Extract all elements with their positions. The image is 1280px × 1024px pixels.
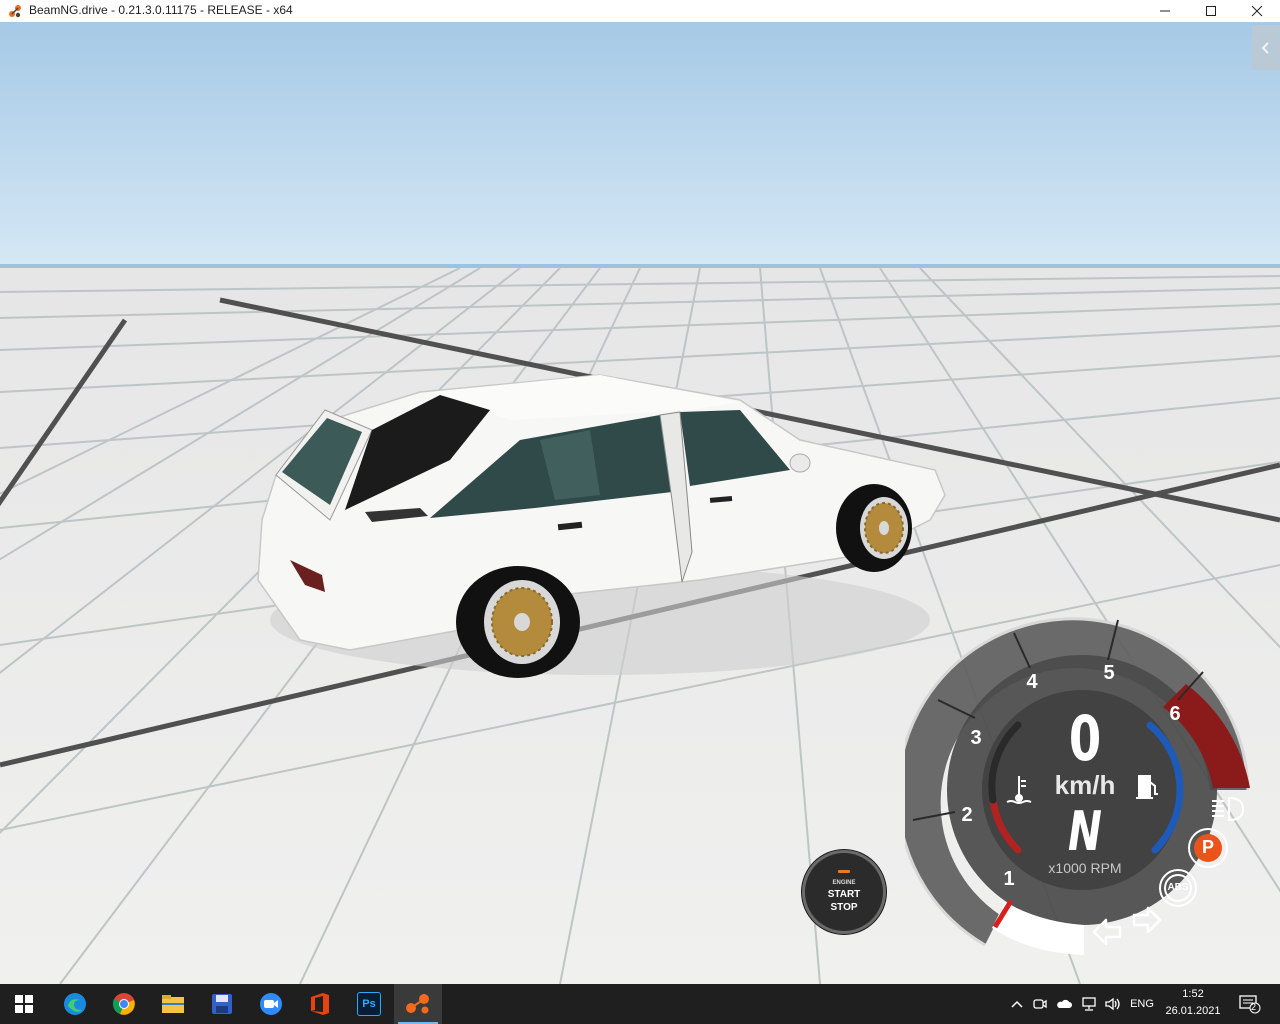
office-icon (311, 993, 329, 1015)
taskbar-zoom[interactable] (247, 984, 295, 1024)
rpm-tick-4: 4 (1026, 671, 1038, 693)
notification-center-button[interactable]: 2 (1230, 984, 1270, 1024)
taskbar: Ps ENG 1:52 26.01.2021 2 (0, 984, 1280, 1024)
stop-label: STOP (830, 902, 858, 913)
meet-now-icon (1033, 999, 1047, 1009)
clock-time[interactable]: 1:52 (1160, 988, 1226, 1000)
maximize-icon (1206, 6, 1216, 16)
engine-label: ENGINE (832, 880, 856, 886)
notification-count: 2 (1251, 1002, 1257, 1012)
title-bar: BeamNG.drive - 0.21.3.0.11175 - RELEASE … (0, 0, 1280, 23)
rpm-tick-3: 3 (970, 727, 982, 749)
taskbar-file-explorer[interactable] (149, 984, 197, 1024)
edge-icon (64, 993, 86, 1015)
window-title: BeamNG.drive - 0.21.3.0.11175 - RELEASE … (29, 3, 293, 17)
engine-status-led (838, 870, 850, 873)
gear-indicator: N (1068, 800, 1102, 863)
maximize-button[interactable] (1188, 0, 1234, 22)
beamng-logo-icon (9, 5, 21, 18)
zoom-icon (260, 993, 282, 1015)
photoshop-label: Ps (362, 998, 376, 1010)
rpm-tick-2: 2 (961, 804, 973, 826)
tray-overflow[interactable] (1008, 984, 1026, 1024)
tray-onedrive[interactable] (1053, 984, 1075, 1024)
tray-volume[interactable] (1102, 984, 1124, 1024)
close-icon (1251, 5, 1263, 17)
taskbar-beamng[interactable] (394, 984, 442, 1024)
tray-network[interactable] (1078, 984, 1100, 1024)
taskbar-photoshop[interactable]: Ps (345, 984, 393, 1024)
front-wheel (836, 484, 912, 572)
close-button[interactable] (1234, 0, 1280, 22)
start-button[interactable] (0, 984, 48, 1024)
rpm-tick-6: 6 (1169, 703, 1181, 725)
taskbar-edge[interactable] (51, 984, 99, 1024)
save-app-icon (212, 994, 232, 1014)
notification-icon (1239, 995, 1261, 1014)
taskbar-save-app[interactable] (198, 984, 246, 1024)
volume-icon (1105, 997, 1120, 1011)
parking-label: P (1201, 837, 1214, 857)
side-panel-toggle[interactable] (1252, 25, 1280, 70)
headlight-icon (1212, 796, 1245, 822)
clock-date[interactable]: 26.01.2021 (1160, 1005, 1226, 1017)
minimize-button[interactable] (1142, 0, 1188, 22)
windows-start-icon (15, 995, 33, 1013)
speed-value: 0 (1068, 702, 1102, 775)
chrome-icon (112, 993, 135, 1015)
rpm-tick-1: 1 (1003, 868, 1015, 890)
tray-meet-now[interactable] (1030, 984, 1050, 1024)
beamng-icon (406, 994, 429, 1014)
cloud-icon (1057, 999, 1072, 1008)
taskbar-chrome[interactable] (100, 984, 148, 1024)
taskbar-office[interactable] (296, 984, 344, 1024)
rpm-unit-label: x1000 RPM (1048, 860, 1122, 876)
rear-wheel (456, 566, 580, 678)
engine-start-stop-button[interactable]: ENGINE START STOP (802, 850, 886, 934)
rpm-tick-5: 5 (1103, 662, 1115, 684)
speed-unit: km/h (1054, 770, 1116, 800)
abs-label: ABS (1167, 882, 1189, 893)
chevron-up-icon (1011, 1000, 1023, 1008)
sky (0, 22, 1280, 268)
chevron-left-icon (1261, 41, 1269, 54)
photoshop-icon: Ps (357, 992, 381, 1016)
start-label: START (827, 889, 861, 900)
network-icon (1082, 997, 1096, 1011)
tray-language[interactable]: ENG (1126, 984, 1158, 1024)
file-explorer-icon (162, 995, 184, 1013)
minimize-icon (1160, 10, 1170, 12)
